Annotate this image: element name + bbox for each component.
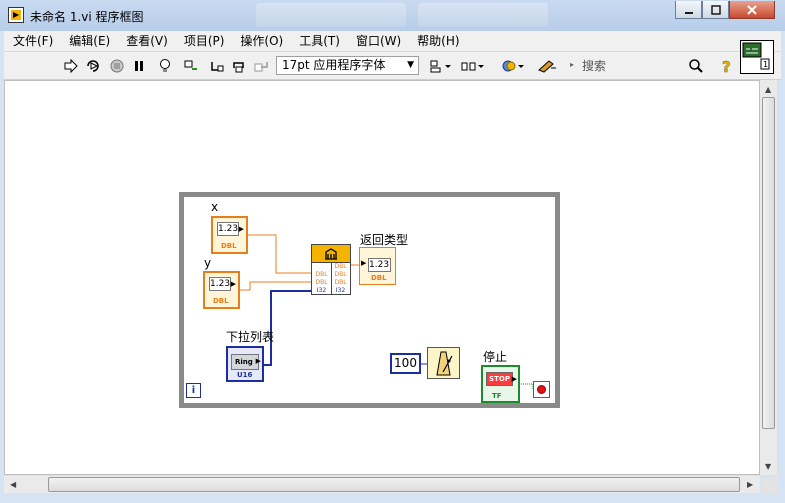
stop-type-tag: TF [492,392,502,400]
return-type-indicator-terminal[interactable]: ▶ 1.23 DBL [359,247,396,285]
stop-text: STOP [486,372,513,386]
input-arrow-icon: ▶ [361,259,367,267]
formula-out-row: I32 [335,287,346,294]
output-arrow-icon: ▶ [230,280,236,288]
formula-node[interactable]: DBL DBL I32 DBL DBL DBL I32 [311,244,351,295]
y-label: y [204,256,212,270]
output-arrow-icon: ▶ [238,225,244,233]
ring-control-terminal[interactable]: Ring ▶ U16 [226,346,264,382]
ring-label: 下拉列表 [226,330,275,344]
numeric-constant[interactable]: 100 [390,353,421,374]
loop-condition-terminal[interactable] [533,381,550,398]
building-icon [325,247,337,260]
formula-in-row: DBL [315,271,328,278]
stop-label: 停止 [483,350,508,364]
x-label: x [211,200,219,214]
wait-ms-function[interactable] [427,347,460,379]
return-type-type-tag: DBL [371,274,387,282]
metronome-icon [436,351,453,376]
stop-if-true-icon [537,385,546,394]
y-value: 1.23 [209,277,231,291]
output-arrow-icon: ▶ [511,375,517,383]
return-type-value: 1.23 [368,258,391,272]
formula-out-row: DBL [334,279,347,286]
y-type-tag: DBL [213,297,229,305]
formula-node-divider [331,262,332,295]
formula-in-row: I32 [316,287,327,294]
ring-type-tag: U16 [237,371,253,379]
formula-in-row: DBL [315,279,328,286]
return-type-label: 返回类型 [360,233,409,247]
x-control-terminal[interactable]: 1.23 ▶ DBL [211,216,248,254]
formula-out-row: DBL [334,271,347,278]
x-type-tag: DBL [221,242,237,250]
formula-out-row: DBL [334,263,347,270]
x-value: 1.23 [217,222,239,236]
output-arrow-icon: ▶ [255,357,261,365]
y-control-terminal[interactable]: 1.23 ▶ DBL [203,271,240,309]
iteration-terminal[interactable]: i [186,383,201,398]
wire-y[interactable] [240,281,312,291]
formula-in-row [313,263,330,271]
formula-node-header [312,245,350,263]
wire-x[interactable] [248,234,312,274]
stop-button-terminal[interactable]: STOP ▶ TF [481,365,520,403]
